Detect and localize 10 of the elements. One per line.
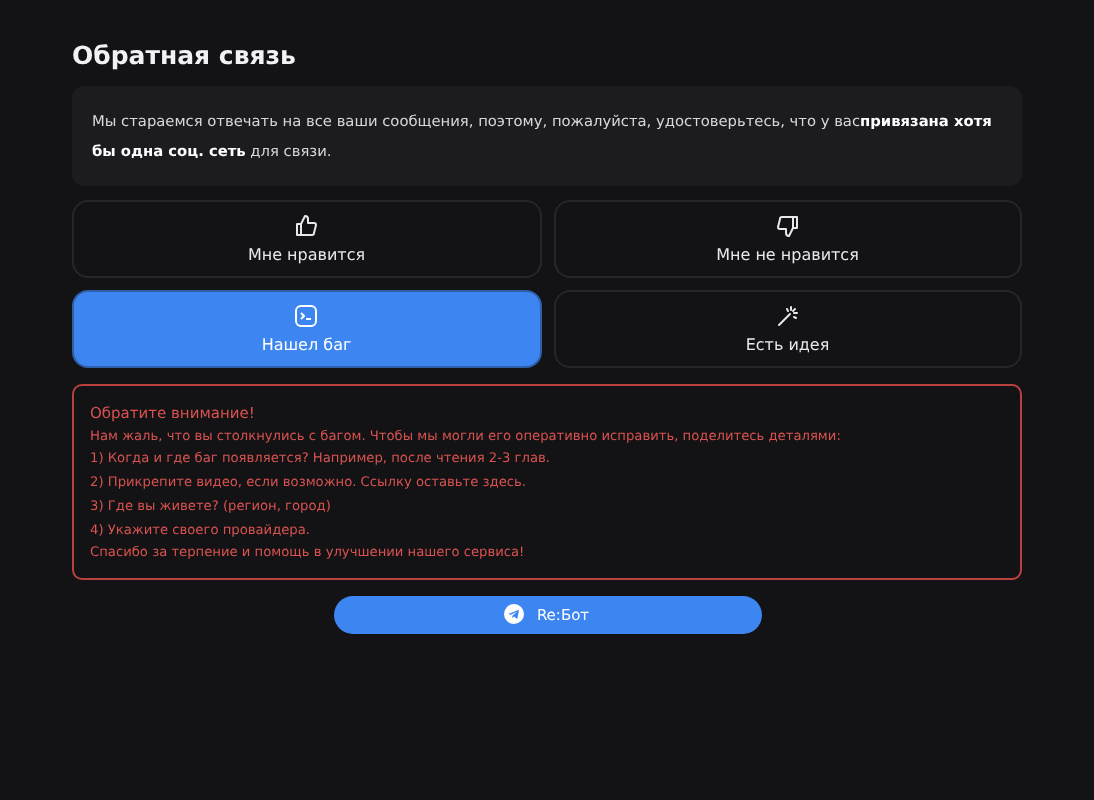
magic-wand-icon [775, 304, 800, 328]
thumbs-down-icon [775, 214, 800, 238]
page-title: Обратная связь [72, 40, 298, 70]
terminal-icon [294, 304, 319, 328]
thumbs-up-icon [294, 214, 319, 238]
option-button[interactable]: Мне нравится [72, 200, 541, 278]
telegram-icon [504, 604, 525, 625]
option-button[interactable]: Мне не нравится [553, 200, 1022, 278]
option-button[interactable]: Нашел баг [72, 290, 541, 368]
option-button[interactable]: Есть идея [553, 290, 1022, 368]
